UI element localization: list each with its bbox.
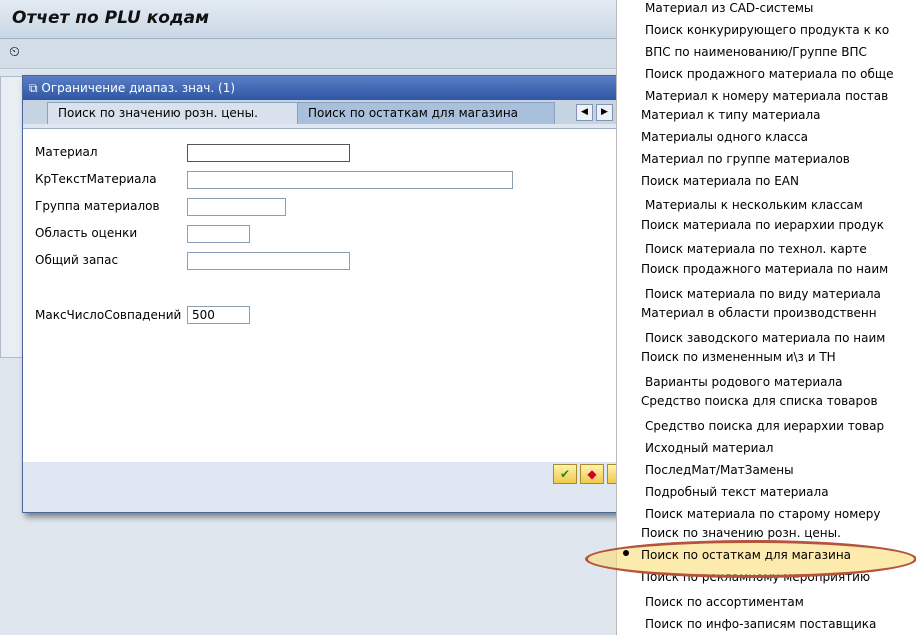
- selected-bullet-icon: [623, 550, 629, 556]
- material-input[interactable]: [187, 144, 350, 162]
- menu-item[interactable]: Поиск по остаткам для магазина: [641, 548, 851, 562]
- label-material-group: Группа материалов: [35, 199, 160, 213]
- menu-item[interactable]: Материалы одного класса: [641, 130, 808, 144]
- menu-item[interactable]: Поиск продажного материала по обще: [645, 67, 894, 81]
- tab-store-stock-search[interactable]: Поиск по остаткам для магазина: [297, 102, 555, 124]
- value-restriction-dialog: ⧉ Ограничение диапаз. знач. (1) Поиск по…: [22, 75, 624, 513]
- menu-item[interactable]: Поиск продажного материала по наим: [641, 262, 888, 276]
- ok-check-icon[interactable]: ✔: [553, 464, 577, 484]
- page-title: Отчет по PLU кодам: [12, 8, 210, 28]
- menu-item[interactable]: Материал к типу материала: [641, 108, 821, 122]
- valuation-area-input[interactable]: [187, 225, 250, 243]
- menu-item[interactable]: Поиск материала по старому номеру: [645, 507, 880, 521]
- label-material: Материал: [35, 145, 98, 159]
- tab-scroll-left-icon[interactable]: ◀: [576, 104, 593, 121]
- total-stock-input[interactable]: [187, 252, 350, 270]
- dialog-title-bar: ⧉ Ограничение диапаз. знач. (1): [23, 76, 623, 100]
- menu-item[interactable]: Варианты родового материала: [645, 375, 843, 389]
- menu-item[interactable]: Материал из CAD-системы: [645, 1, 813, 15]
- menu-item[interactable]: Поиск материала по иерархии продук: [641, 218, 884, 232]
- menu-item[interactable]: Средство поиска для списка товаров: [641, 394, 878, 408]
- tab-scroll-right-icon[interactable]: ▶: [596, 104, 613, 121]
- label-total-stock: Общий запас: [35, 253, 119, 267]
- menu-item[interactable]: Материалы к нескольким классам: [645, 198, 863, 212]
- label-valuation-area: Область оценки: [35, 226, 138, 240]
- tab-strip: Поиск по значению розн. цены. Поиск по о…: [23, 100, 623, 124]
- menu-item[interactable]: Материал в области производственн: [641, 306, 877, 320]
- max-hits-input[interactable]: 500: [187, 306, 250, 324]
- label-max-hits: МаксЧислоСовпадений: [35, 308, 182, 322]
- menu-item[interactable]: Поиск заводского материала по наим: [645, 331, 885, 345]
- window-icon: ⧉: [29, 81, 42, 95]
- menu-item[interactable]: Средство поиска для иерархии товар: [645, 419, 884, 433]
- search-form: Материал КрТекстМатериала Группа материа…: [23, 128, 621, 462]
- menu-item[interactable]: ПоследМат/МатЗамены: [645, 463, 794, 477]
- menu-item[interactable]: Поиск конкурирующего продукта к ко: [645, 23, 889, 37]
- tab-retail-price-search[interactable]: Поиск по значению розн. цены.: [47, 102, 317, 124]
- menu-item[interactable]: Поиск материала по EAN: [641, 174, 799, 188]
- execute-icon[interactable]: ⏲: [9, 44, 25, 60]
- menu-item[interactable]: Поиск по измененным и\з и ТН: [641, 350, 836, 364]
- menu-item[interactable]: Исходный материал: [645, 441, 773, 455]
- new-search-icon[interactable]: ◆: [580, 464, 604, 484]
- menu-item[interactable]: Поиск по ассортиментам: [645, 595, 804, 609]
- menu-item[interactable]: ВПС по наименованию/Группе ВПС: [645, 45, 867, 59]
- dialog-title: Ограничение диапаз. знач. (1): [41, 81, 236, 95]
- menu-item[interactable]: Материал по группе материалов: [641, 152, 850, 166]
- menu-item[interactable]: Материал к номеру материала постав: [645, 89, 888, 103]
- menu-item[interactable]: Подробный текст материала: [645, 485, 829, 499]
- short-text-input[interactable]: [187, 171, 513, 189]
- menu-item[interactable]: Поиск материала по технол. карте: [645, 242, 867, 256]
- menu-item[interactable]: Поиск по инфо-записям поставщика: [645, 617, 876, 631]
- label-short-text: КрТекстМатериала: [35, 172, 157, 186]
- material-group-input[interactable]: [187, 198, 286, 216]
- menu-item[interactable]: Поиск по значению розн. цены.: [641, 526, 841, 540]
- menu-item[interactable]: Поиск материала по виду материала: [645, 287, 881, 301]
